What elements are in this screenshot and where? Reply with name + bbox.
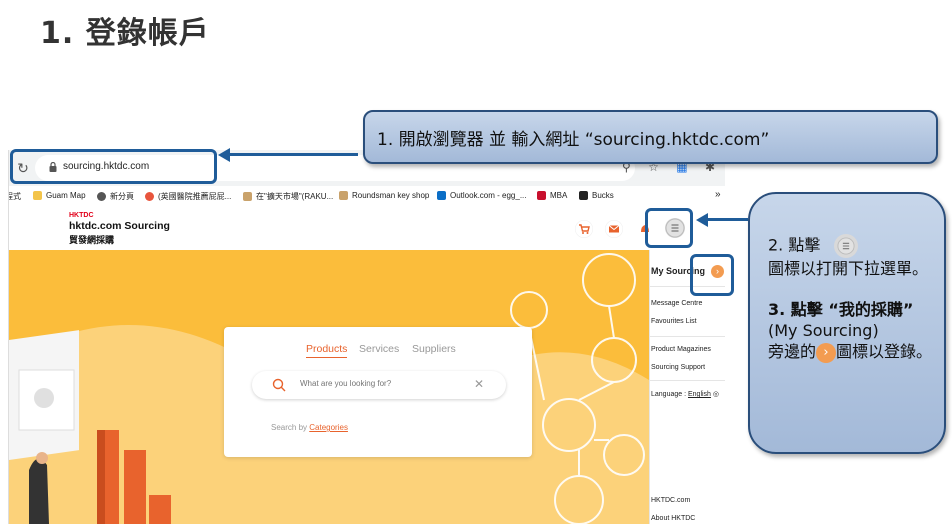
callout-step1: 1. 開啟瀏覽器 並 輸入網址 “sourcing.hktdc.com” [363,110,938,164]
menu-item-hktdc-com[interactable]: HKTDC.com [651,497,690,504]
tab-suppliers[interactable]: Suppliers [412,343,456,355]
bucks-icon [579,191,588,200]
globe-icon: ◎ [712,391,720,398]
step3-text: 3. 點擊 “我的採購” (My Sourcing) 旁邊的 › 圖標以登錄。 [768,299,936,363]
bookmark-item[interactable]: (英國醫院推薦屁屁... [145,191,231,202]
step2-suffix: 圖標以打開下拉選單。 [768,259,929,278]
arrow-step1 [228,153,358,156]
language-value[interactable]: English [688,391,711,398]
hero-banner: Products Services Suppliers ✕ Search by … [9,250,649,524]
bookmark-item[interactable]: 新分頁 [97,191,134,202]
bookmarks-more-button[interactable]: » [715,189,721,200]
language-label: Language : [651,391,688,398]
categories-link[interactable]: Categories [309,423,348,432]
bookmark-item[interactable]: Bucks [579,191,614,200]
bookmark-label: Roundsman key shop [352,191,430,200]
menu-item-product-magazines[interactable]: Product Magazines [651,346,711,353]
step3-suffix: 圖標以登錄。 [836,342,933,361]
menu-icon-highlight [645,208,693,248]
arrow-head-step1 [218,148,230,162]
arrow-icon: › [816,342,837,363]
search-icon[interactable] [272,378,286,392]
bookmark-item[interactable]: 在"擴天市場"(RAKU... [243,191,333,202]
search-box: ✕ [252,371,506,399]
step3-line1: 3. 點擊 “我的採購” [768,300,914,319]
search-by: Search by Categories [271,423,348,432]
bookmark-item[interactable]: 程式 [9,191,21,202]
step3-line2: (My Sourcing) [768,321,879,340]
bookmark-label: Outlook.com - egg_... [450,191,527,200]
tab-services[interactable]: Services [359,343,399,355]
bookmarks-bar: 程式 Guam Map 新分頁 (英國醫院推薦屁屁... 在"擴天市場"(RAK… [9,186,725,209]
site-name[interactable]: hktdc.com Sourcing [69,220,170,232]
search-by-label: Search by [271,423,310,432]
mail-icon[interactable] [605,220,623,238]
arrow-head-step2 [696,213,708,227]
folder-icon [33,191,42,200]
bookmark-item[interactable]: Roundsman key shop [339,191,429,200]
bookmark-label: MBA [550,191,568,200]
divider [650,336,725,337]
outlook-icon [437,191,446,200]
divider [650,380,725,381]
cart-icon[interactable] [575,220,593,238]
bookmark-label: 在"擴天市場"(RAKU... [256,192,334,201]
site-header: HKTDC hktdc.com Sourcing 貿發網採購 [9,208,725,250]
bookmark-label: (英國醫院推薦屁屁... [158,192,232,201]
bookmark-label: 新分頁 [110,192,134,201]
url-highlight [10,149,217,184]
bookmark-label: Guam Map [46,191,86,200]
tab-products[interactable]: Products [306,343,348,358]
bookmark-item[interactable]: MBA [537,191,567,200]
box-icon [243,192,252,201]
step3-prefix: 旁邊的 [768,342,817,361]
search-input[interactable] [298,378,472,389]
arrow-icon-highlight [690,254,734,296]
site-name-zh: 貿發網採購 [69,235,115,245]
language-selector[interactable]: Language : English ◎ [651,390,719,398]
menu-icon [834,234,859,258]
bookmark-item[interactable]: Guam Map [33,191,86,200]
bookmark-label: 程式 [9,192,21,201]
step2-prefix: 2. 點擊 [768,235,821,255]
slide-title: 1. 登錄帳戶 [40,16,210,51]
menu-item-favourites[interactable]: Favourites List [651,318,697,325]
bookmark-item[interactable]: Outlook.com - egg_... [437,191,526,200]
bookmark-label: Bucks [592,191,614,200]
menu-item-message-centre[interactable]: Message Centre [651,300,702,307]
box-icon [339,191,348,200]
search-card: Products Services Suppliers ✕ Search by … [224,327,532,457]
step2-text: 2. 點擊圖標以打開下拉選單。 [768,234,936,279]
menu-item-sourcing-support[interactable]: Sourcing Support [651,364,705,371]
mba-icon [537,191,546,200]
callout-step2-3: 2. 點擊圖標以打開下拉選單。 3. 點擊 “我的採購” (My Sourcin… [748,192,946,454]
menu-item-about-hktdc[interactable]: About HKTDC [651,515,695,522]
site-icon [145,192,154,201]
clear-icon[interactable]: ✕ [474,377,484,391]
arrow-step2 [706,218,748,221]
globe-icon [97,192,106,201]
hktdc-logo[interactable]: HKTDC [69,212,94,219]
browser-window: ↻ sourcing.hktdc.com ⚲ ☆ ▦ ✱ 程式 Guam Map… [8,150,725,524]
